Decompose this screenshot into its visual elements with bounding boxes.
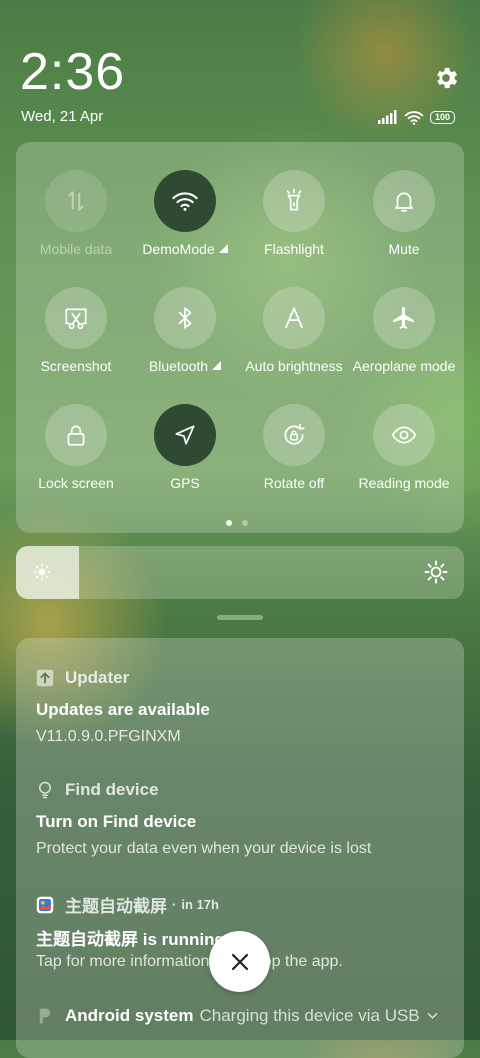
notification-app-name: Updater xyxy=(65,668,130,687)
expand-triangle-icon xyxy=(212,361,222,370)
tile-reading-mode[interactable]: Reading mode xyxy=(349,404,459,491)
clear-all-button[interactable] xyxy=(209,931,270,992)
tile-label: Flashlight xyxy=(264,241,324,257)
page-dot xyxy=(242,520,248,526)
notification-time: in 17h xyxy=(181,897,219,912)
wifi-icon xyxy=(172,192,198,211)
tile-label: Screenshot xyxy=(40,358,112,374)
android-system-icon xyxy=(39,1008,51,1024)
brightness-high-icon xyxy=(424,560,448,584)
tile-aeroplane-mode[interactable]: Aeroplane mode xyxy=(349,287,459,374)
battery-indicator: 100 xyxy=(430,110,456,124)
status-bar-icons: 100 xyxy=(378,108,456,126)
bluetooth-icon xyxy=(178,307,192,329)
notification-body[interactable]: Tap for more information or to stop the … xyxy=(36,953,343,971)
notification-summary: Charging this device via USB xyxy=(199,1006,420,1025)
tile-label: Mobile data xyxy=(39,241,113,257)
expand-triangle-icon xyxy=(218,244,228,253)
tile-label: Reading mode xyxy=(358,475,450,491)
tile-lock-screen[interactable]: Lock screen xyxy=(21,404,131,491)
tile-mute[interactable]: Mute xyxy=(349,170,459,257)
tile-auto-brightness[interactable]: Auto brightness xyxy=(239,287,349,374)
close-icon xyxy=(231,953,248,970)
tile-label: Auto brightness xyxy=(245,358,343,374)
tile-gps[interactable]: GPS xyxy=(130,404,240,491)
tile-screenshot[interactable]: Screenshot xyxy=(21,287,131,374)
eye-icon xyxy=(391,426,417,444)
find-device-icon xyxy=(39,781,51,799)
chevron-down-icon[interactable] xyxy=(427,1012,438,1020)
drag-handle[interactable] xyxy=(217,615,263,620)
notification-title[interactable]: 主题自动截屏 is running xyxy=(36,925,225,950)
lock-icon xyxy=(67,425,85,446)
rotation-lock-icon xyxy=(284,423,305,445)
tile-mobile-data[interactable]: Mobile data xyxy=(21,170,131,257)
notification-app-name: Find device xyxy=(65,780,159,799)
updater-app-icon xyxy=(36,669,54,687)
tile-label: GPS xyxy=(170,475,200,491)
tile-rotate-off[interactable]: Rotate off xyxy=(239,404,349,491)
bell-icon xyxy=(395,192,413,212)
flashlight-icon xyxy=(286,188,302,211)
tile-label: Lock screen xyxy=(38,475,114,491)
tile-bluetooth[interactable]: Bluetooth xyxy=(130,287,240,374)
clock-date: Wed, 21 Apr xyxy=(21,108,104,125)
page-indicator xyxy=(226,520,248,526)
tile-label: DemoMode xyxy=(142,241,215,257)
notification-header[interactable]: Android system Charging this device via … xyxy=(36,1006,438,1026)
notification-title[interactable]: Updates are available xyxy=(36,700,210,720)
notification-header: Updater xyxy=(36,668,129,688)
screenshot-icon xyxy=(65,308,87,330)
clock-time: 2:36 xyxy=(20,43,126,101)
theme-screenshot-app-icon xyxy=(36,896,54,913)
wifi-status-icon xyxy=(404,110,424,125)
notification-app-name: 主题自动截屏 xyxy=(65,897,167,916)
mobile-data-icon xyxy=(68,191,84,211)
tile-wifi[interactable]: DemoMode xyxy=(130,170,240,257)
brightness-low-icon xyxy=(33,563,51,581)
notification-title[interactable]: Turn on Find device xyxy=(36,812,196,832)
auto-brightness-icon xyxy=(285,307,303,329)
brightness-slider[interactable] xyxy=(16,546,464,599)
location-arrow-icon xyxy=(175,425,195,445)
tile-label: Aeroplane mode xyxy=(352,358,456,374)
tile-label: Mute xyxy=(388,241,420,257)
notification-body[interactable]: V11.0.9.0.PFGINXM xyxy=(36,728,181,746)
signal-icon xyxy=(378,110,397,124)
airplane-icon xyxy=(393,307,414,329)
notification-header: 主题自动截屏 · in 17h xyxy=(36,892,219,917)
tile-label: Rotate off xyxy=(263,475,325,491)
tile-flashlight[interactable]: Flashlight xyxy=(239,170,349,257)
notification-header: Find device xyxy=(36,780,159,800)
gear-icon[interactable] xyxy=(432,64,460,92)
notification-body[interactable]: Protect your data even when your device … xyxy=(36,840,371,858)
notification-app-name: Android system xyxy=(65,1006,194,1025)
separator-dot: · xyxy=(172,897,177,912)
page-dot-active xyxy=(226,520,232,526)
tile-label: Bluetooth xyxy=(148,358,209,374)
